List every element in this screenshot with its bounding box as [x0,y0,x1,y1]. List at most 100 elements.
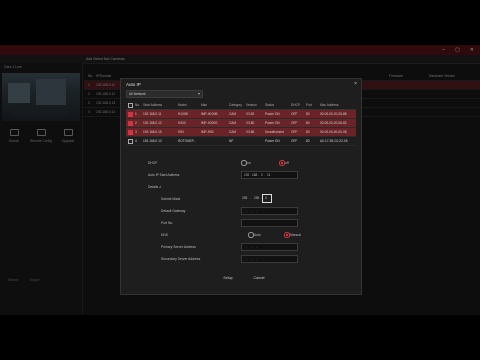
row-model: H100B [178,112,188,116]
subnet-octet: 255 [254,196,260,200]
setup-button[interactable]: Setup [216,275,240,282]
column-header: Mac [201,103,208,107]
row-no: 3 [135,130,137,134]
subnet-octet: 255 [242,196,248,200]
row-status: Power ON [265,139,280,143]
subnet-mask-input[interactable]: 255 . 255 0 [241,194,296,203]
dns-manual-radio[interactable] [284,232,290,238]
row-no: 2 [135,121,137,125]
row-port: 80 [306,139,310,143]
column-header: Start Address [143,103,163,107]
table-row[interactable]: 3 192.168.0.15 H50 IMP-H50 CAM V3.86 Una… [126,128,356,137]
row-version: V3.80 [246,121,255,125]
row-status: Power ON [265,121,280,125]
row-checkbox[interactable] [128,112,133,117]
column-header: Port [306,103,312,107]
primary-dns-input[interactable]: . . . [241,243,298,251]
cancel-button[interactable]: Cancel [247,275,271,282]
row-checkbox[interactable] [128,130,133,135]
gateway-row: Default Gateway . . . [126,207,356,215]
dhcp-off-radio[interactable] [279,160,285,166]
row-ip: 192.168.0.11 [143,112,162,116]
close-icon[interactable]: × [354,81,357,87]
row-dhcp: OFF [291,139,298,143]
dialog-title: Auto IP [126,82,141,87]
row-no: 4 [135,139,137,143]
dhcp-row: DHCP on off [126,159,356,167]
secondary-dns-row: Secondary Server Address . . . [126,255,356,263]
column-header: No. [135,103,140,107]
row-mac: IMP-H100B [201,112,218,116]
row-dhcp: OFF [291,112,298,116]
start-address-row: Auto IP Start Address 192 . 168 . 0 . 11 [126,171,356,179]
table-row[interactable]: 1 192.168.0.11 H100B IMP-H100B CAM V3.82… [126,110,356,119]
dns-label: DNS [161,233,168,237]
network-select-value: All Network [129,92,146,96]
column-header: Status [265,103,275,107]
row-version: V3.82 [246,112,255,116]
row-status: Unauthorized [265,130,284,134]
table-row[interactable]: 4 192.168.0.13 ROTONEP... NP Power ON OF… [126,137,356,146]
row-checkbox[interactable] [128,121,133,126]
port-row: Port No. [126,219,356,227]
table-row[interactable]: 2 192.168.0.12 H300 IMP-H300S CAM V3.80 … [126,119,356,128]
secondary-dns-label: Secondary Server Address [161,257,201,261]
subnet-label: Subnet Mask [161,197,181,201]
row-ip: 192.168.0.12 [143,121,162,125]
row-ip: 192.168.0.15 [143,130,162,134]
dhcp-off-label: off [285,161,289,165]
secondary-dns-input[interactable]: . . . [241,255,298,263]
gateway-label: Default Gateway [161,209,186,213]
row-category: CAM [229,121,237,125]
row-model: ROTONEP... [178,139,196,143]
row-status: Power ON [265,112,280,116]
row-category: CAM [229,130,237,134]
row-category: NP [229,139,234,143]
row-dhcp: OFF [291,121,298,125]
row-ip: 192.168.0.13 [143,139,162,143]
start-address-input[interactable]: 192 . 168 . 0 . 11 [241,171,298,179]
primary-dns-value: . . . [244,245,258,249]
row-model: H50 [178,130,184,134]
select-all-checkbox[interactable] [128,103,133,108]
subnet-octet-active[interactable]: 0 [262,194,272,203]
network-select[interactable]: All Network ▾ [126,90,203,98]
row-mac-address: 00-00-00-20-06-82 [320,121,347,125]
row-checkbox[interactable] [128,139,133,144]
dhcp-on-radio[interactable] [241,160,247,166]
row-mac-address: A0-17-59-C0-22-05 [320,139,348,143]
row-port: 80 [306,112,310,116]
gateway-value: . . . [244,209,258,213]
subnet-dot: . [250,196,251,200]
row-mac-address: 00-00-00-20-25-88 [320,112,347,116]
row-version: V3.86 [246,130,255,134]
chevron-down-icon: ▾ [197,91,200,96]
dns-manual-label: Manual [290,233,301,237]
row-port: 80 [306,130,310,134]
row-mac: IMP-H50 [201,130,214,134]
subnet-octet: 0 [265,196,267,200]
auto-ip-dialog: Auto IP × All Network ▾ No. Start Addres… [120,78,362,295]
secondary-dns-value: . . . [244,257,258,261]
column-header: Model [178,103,187,107]
column-header: Mac Address [320,103,339,107]
row-model: H300 [178,121,186,125]
primary-dns-label: Primary Server Address [161,245,196,249]
primary-dns-row: Primary Server Address . . . [126,243,356,251]
start-address-value: 192 . 168 . 0 . 11 [244,173,271,177]
details-toggle[interactable]: Details ∧ [148,185,161,189]
dhcp-on-label: on [247,161,251,165]
column-header: DHCP [291,103,301,107]
row-mac: IMP-H300S [201,121,218,125]
dhcp-label: DHCP [148,161,158,165]
dns-auto-label: Auto [254,233,261,237]
gateway-input[interactable]: . . . [241,207,298,215]
dns-auto-radio[interactable] [248,232,254,238]
dialog-device-table: No. Start Address Model Mac Category Ver… [126,101,356,146]
row-mac-address: 00-00-00-00-00-08 [320,130,347,134]
port-input[interactable] [241,219,298,227]
row-category: CAM [229,112,237,116]
row-no: 1 [135,112,137,116]
row-dhcp: OFF [291,130,298,134]
details-toggle-row[interactable]: Details ∧ [126,183,356,191]
